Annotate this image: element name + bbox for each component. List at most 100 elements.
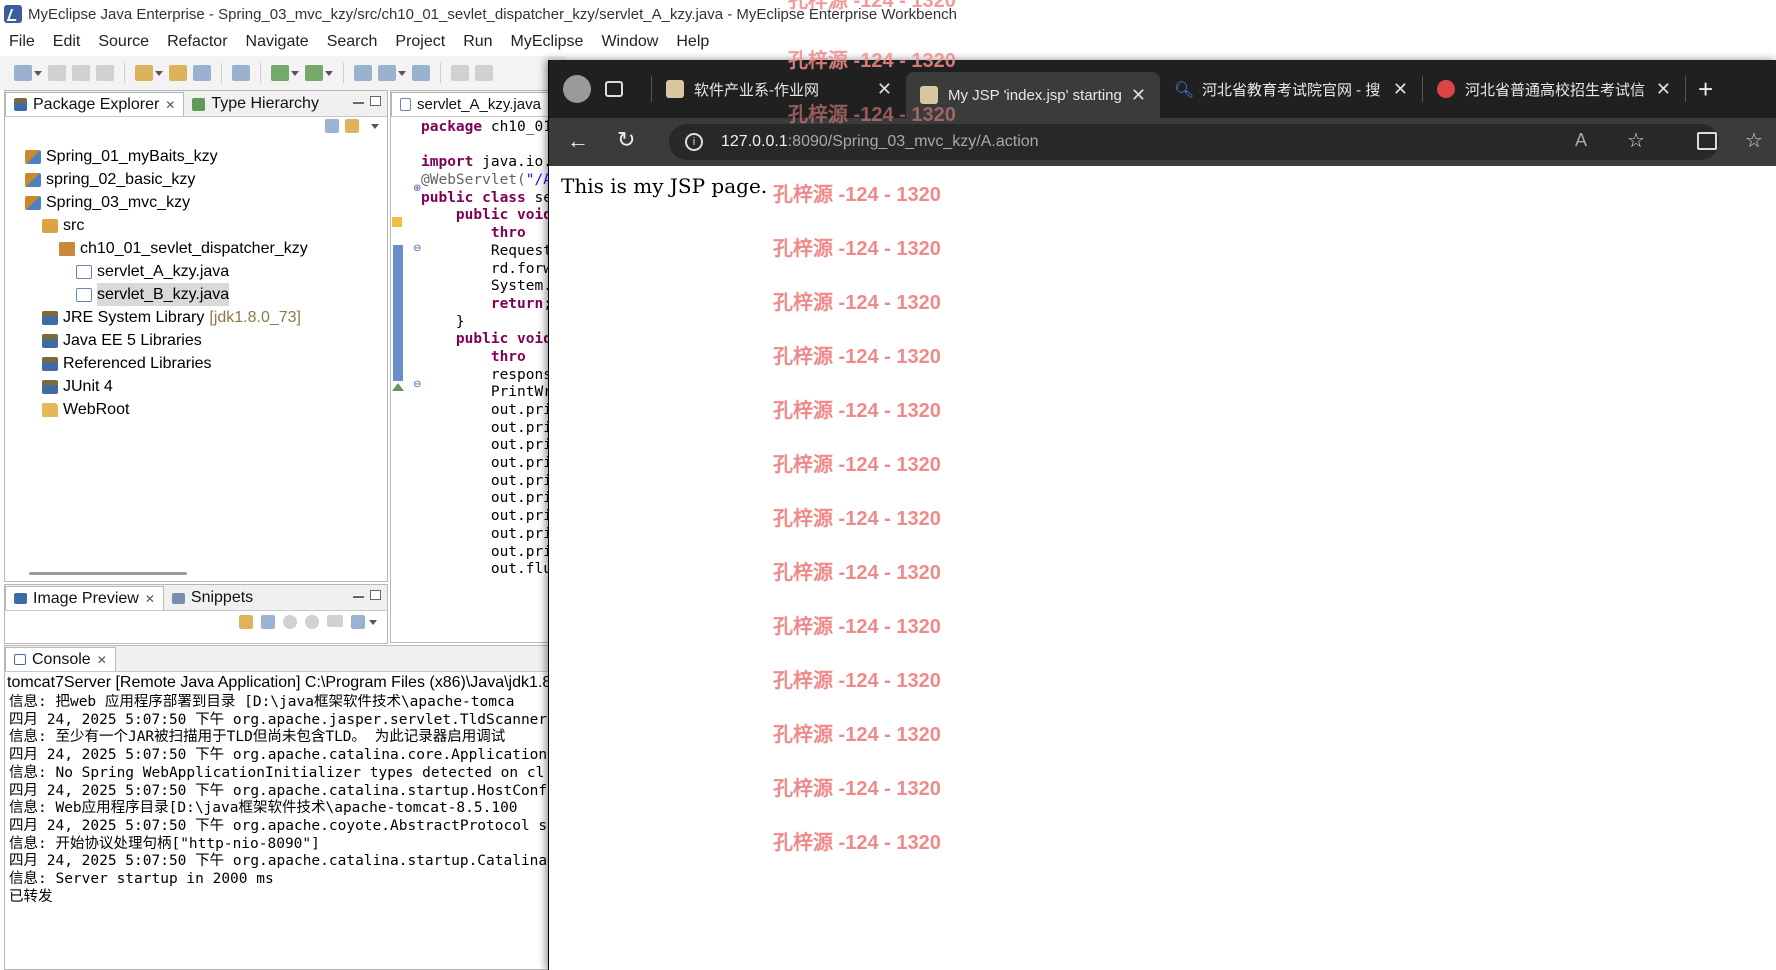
watermark-text: 孔梓源 -124 - 1320 [773,616,941,638]
menu-source[interactable]: Source [89,33,158,51]
back-icon[interactable] [451,65,469,81]
change-ruler-bar [393,245,403,381]
horizontal-scrollbar[interactable] [29,572,187,575]
url-field[interactable]: i 127.0.0.1:8090/Spring_03_mvc_kzy/A.act… [669,124,1719,160]
tree-item-label: Spring_01_myBaits_kzy [46,148,218,165]
profile-avatar-icon[interactable] [563,75,591,103]
debug-icon[interactable] [271,65,289,81]
view-menu-icon[interactable] [369,620,377,625]
tree-item[interactable]: Spring_03_mvc_kzy [5,191,387,214]
server-icon[interactable] [193,65,211,81]
link-with-editor-icon[interactable] [345,119,359,133]
run-icon[interactable] [305,65,323,81]
browser-tab-admission[interactable]: 河北省普通高校招生考试信 ✕ [1423,69,1685,109]
menu-refactor[interactable]: Refactor [158,33,236,51]
tab-actions-icon[interactable] [605,81,623,97]
code-line: out.prin [421,490,561,508]
watermark-text: 孔梓源 -124 - 1320 [773,778,941,800]
minimize-icon[interactable] [353,595,364,598]
zoom-out-icon[interactable] [283,615,297,629]
chevron-down-icon[interactable] [325,70,333,76]
maximize-icon[interactable] [370,96,381,106]
code-area[interactable]: package ch10_01_ import java.io.I @WebServ… [421,119,561,579]
close-tab-icon[interactable]: ✕ [1393,79,1408,100]
bug-icon[interactable] [232,65,250,81]
back-arrow-icon[interactable]: ← [567,128,589,154]
close-icon[interactable]: ✕ [97,653,107,667]
tree-item[interactable]: spring_02_basic_kzy [5,168,387,191]
tree-item[interactable]: Java EE 5 Libraries [5,329,387,352]
type-hierarchy-icon [192,97,206,111]
menu-help[interactable]: Help [667,33,718,51]
watermark-text: 孔梓源 -124 - 1320 [773,292,941,314]
close-icon[interactable]: ✕ [145,592,155,606]
close-tab-icon[interactable]: ✕ [1131,85,1146,106]
watermark-text: 孔梓源 -124 - 1320 [773,238,941,260]
console-line: 四月 24, 2025 5:07:50 下午 org.apache.catali… [9,782,548,799]
tree-item[interactable]: ch10_01_sevlet_dispatcher_kzy [5,237,387,260]
toolbar-separator [440,63,441,83]
fullscreen-icon[interactable] [351,615,365,629]
tab-snippets[interactable]: Snippets [164,586,261,610]
deploy-icon[interactable] [169,65,187,81]
new-icon[interactable] [14,65,32,81]
open-type-icon[interactable] [354,65,372,81]
java-file-icon [400,98,411,111]
menu-myeclipse[interactable]: MyEclipse [502,33,593,51]
watermark-text: 孔梓源 -124 - 1320 [788,104,956,126]
menu-navigate[interactable]: Navigate [237,33,318,51]
refresh-icon[interactable] [239,615,253,629]
browser-tab-exam-site[interactable]: 🔍︎ 河北省教育考试院官网 - 搜 ✕ [1160,69,1422,109]
menu-project[interactable]: Project [386,33,454,51]
print-icon[interactable] [96,65,114,81]
favorites-icon[interactable]: ☆ [1745,128,1763,153]
tab-package-explorer[interactable]: Package Explorer ✕ [5,92,185,116]
menu-window[interactable]: Window [592,33,667,51]
globe-icon[interactable] [412,65,430,81]
chevron-down-icon[interactable] [155,70,163,76]
save-all-icon[interactable] [72,65,90,81]
tab-image-preview[interactable]: Image Preview ✕ [5,586,164,610]
new-project-icon[interactable] [135,65,153,81]
maximize-icon[interactable] [370,590,381,600]
chevron-down-icon[interactable] [398,70,406,76]
tree-item[interactable]: WebRoot [5,398,387,421]
close-tab-icon[interactable]: ✕ [877,79,892,100]
tab-servlet-a-kzy[interactable]: servlet_A_kzy.java ✕ [391,92,564,116]
menu-edit[interactable]: Edit [44,33,90,51]
tree-item[interactable]: servlet_A_kzy.java [5,260,387,283]
tree-item[interactable]: servlet_B_kzy.java [5,283,387,306]
actual-size-icon[interactable] [327,615,343,627]
new-tab-icon[interactable]: + [1698,74,1713,105]
minimize-icon[interactable] [353,101,364,104]
watermark-text: 孔梓源 -124 - 1320 [773,400,941,422]
close-tab-icon[interactable]: ✕ [1656,79,1671,100]
tab-title: 河北省普通高校招生考试信 [1465,81,1646,99]
tree-item[interactable]: Referenced Libraries [5,352,387,375]
collapse-all-icon[interactable] [325,119,339,133]
tree-item[interactable]: JUnit 4 [5,375,387,398]
tree-item[interactable]: src [5,214,387,237]
menu-run[interactable]: Run [454,33,501,51]
menu-search[interactable]: Search [318,33,387,51]
close-icon[interactable]: ✕ [165,98,175,112]
chevron-down-icon[interactable] [34,70,42,76]
tree-item[interactable]: Spring_01_myBaits_kzy [5,145,387,168]
zoom-in-icon[interactable] [305,615,319,629]
info-icon[interactable]: i [685,133,703,151]
save-icon[interactable] [48,65,66,81]
split-screen-icon[interactable] [1697,132,1717,150]
menu-file[interactable]: File [0,33,44,51]
read-aloud-icon[interactable]: A [1575,130,1587,151]
fit-image-icon[interactable] [261,615,275,629]
chevron-down-icon[interactable] [291,70,299,76]
view-menu-icon[interactable] [371,124,379,129]
tree-item[interactable]: JRE System Library [jdk1.8.0_73] [5,306,387,329]
console-output[interactable]: 信息: 把web 应用程序部署到目录 [D:\java框架软件技术\apache… [5,694,564,906]
open-resource-icon[interactable] [378,65,396,81]
favorite-star-icon[interactable]: ☆ [1627,128,1645,153]
tab-type-hierarchy[interactable]: Type Hierarchy [184,92,327,116]
forward-icon[interactable] [475,65,493,81]
reload-icon[interactable]: ↻ [617,127,635,153]
tab-console[interactable]: Console ✕ [5,647,116,671]
